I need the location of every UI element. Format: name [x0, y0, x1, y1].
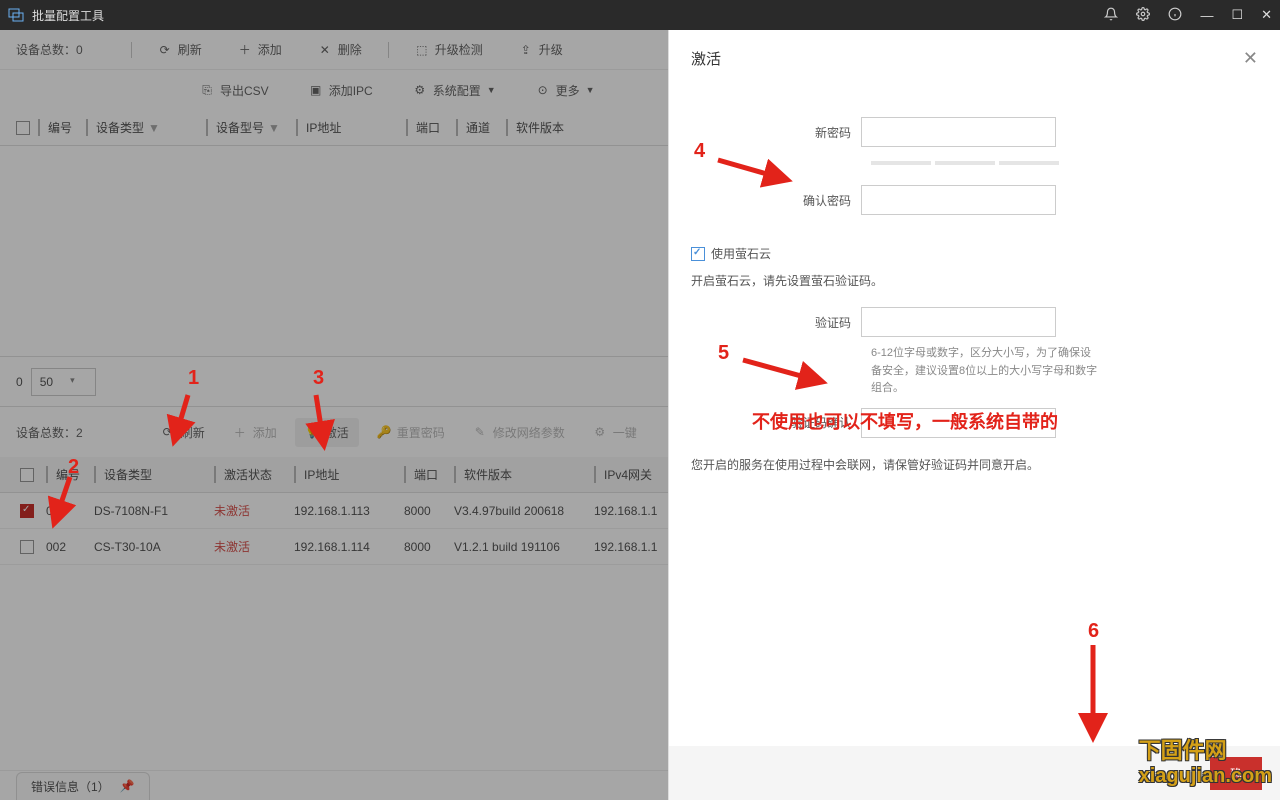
bottom-add-button[interactable]: ＋添加 — [223, 418, 287, 447]
upgrade-button[interactable]: ⇪升级 — [519, 41, 563, 58]
info-icon[interactable] — [1168, 7, 1182, 24]
cell-ip: 192.168.1.113 — [294, 504, 404, 518]
new-password-label: 新密码 — [691, 124, 861, 141]
cloud-hint: 开启萤石云，请先设置萤石验证码。 — [691, 272, 1258, 289]
upgrade-check-button[interactable]: ⬚升级检测 — [415, 41, 483, 58]
activation-panel: 激活 ✕ 新密码 确认密码 使用萤石云 开启萤石云，请先设置萤石验证码。 验证码… — [668, 30, 1280, 800]
cloud-notice: 您开启的服务在使用过程中会联网，请保管好验证码并同意开启。 — [691, 456, 1258, 473]
pin-icon: 📌 — [120, 779, 135, 793]
verify-code-help: 6-12位字母或数字，区分大小写，为了确保设备安全，建议设置8位以上的大小写字母… — [871, 345, 1101, 398]
gear-icon: ⚙ — [413, 83, 427, 97]
col-id[interactable]: 编号 — [46, 466, 94, 483]
panel-title: 激活 — [691, 48, 721, 69]
cell-gateway: 192.168.1.1 — [594, 504, 674, 518]
select-all-checkbox[interactable] — [16, 121, 30, 135]
refresh-icon: ⟳ — [158, 43, 172, 57]
confirm-password-input[interactable] — [861, 185, 1056, 215]
filter-icon[interactable]: ▼ — [268, 121, 284, 135]
key-icon: 🔑 — [377, 425, 391, 439]
app-icon — [8, 7, 24, 23]
row-checkbox[interactable] — [20, 540, 34, 554]
bottom-refresh-button[interactable]: ⟳刷新 — [151, 418, 215, 447]
add-ipc-button[interactable]: ▣添加IPC — [309, 82, 373, 99]
col-type[interactable]: 设备类型 — [94, 466, 214, 483]
page-size-select[interactable]: 50 ▾ — [31, 368, 96, 396]
col-port[interactable]: 端口 — [406, 119, 456, 136]
refresh-button[interactable]: ⟳刷新 — [158, 41, 202, 58]
col-type[interactable]: 设备类型▼ — [86, 119, 206, 136]
col-ip[interactable]: IP地址 — [296, 119, 406, 136]
col-gateway[interactable]: IPv4网关 — [594, 466, 674, 483]
close-icon[interactable]: ✕ — [1243, 48, 1258, 69]
export-csv-button[interactable]: ⎘导出CSV — [200, 82, 269, 99]
cell-type: CS-T30-10A — [94, 540, 214, 554]
plus-icon: ＋ — [233, 424, 247, 441]
watermark: 下固件网 xiagujian.com — [1139, 733, 1272, 788]
maximize-button[interactable]: ☐ — [1231, 7, 1243, 23]
col-id[interactable]: 编号 — [38, 119, 86, 136]
use-cloud-checkbox[interactable] — [691, 247, 705, 261]
delete-icon: ✕ — [318, 43, 332, 57]
verify-code-label: 验证码 — [691, 314, 861, 331]
cell-port: 8000 — [404, 540, 454, 554]
error-info-tab[interactable]: 错误信息（1） 📌 — [16, 772, 150, 800]
plus-icon: ＋ — [238, 41, 252, 58]
cell-type: DS-7108N-F1 — [94, 504, 214, 518]
settings-icon[interactable] — [1136, 7, 1150, 24]
top-device-count: 设备总数：0 — [16, 41, 83, 58]
reset-password-button[interactable]: 🔑重置密码 — [367, 418, 455, 447]
verify-confirm-label: 验证码确认 — [691, 414, 861, 431]
bottom-device-count: 设备总数：2 — [16, 424, 83, 441]
password-strength — [871, 161, 1258, 165]
titlebar: 批量配置工具 — ☐ ✕ — [0, 0, 1280, 30]
select-all-checkbox[interactable] — [20, 468, 34, 482]
one-key-button[interactable]: ⚙一键 — [583, 418, 647, 447]
close-button[interactable]: ✕ — [1261, 7, 1272, 23]
refresh-icon: ⟳ — [161, 425, 175, 439]
gear-icon: ⚙ — [593, 425, 607, 439]
edit-network-button[interactable]: ✎修改网络参数 — [463, 418, 575, 447]
confirm-password-label: 确认密码 — [691, 192, 861, 209]
col-port[interactable]: 端口 — [404, 466, 454, 483]
add-button[interactable]: ＋添加 — [238, 41, 282, 58]
activate-button[interactable]: 💡激活 — [295, 418, 359, 447]
delete-button[interactable]: ✕删除 — [318, 41, 362, 58]
col-channel[interactable]: 通道 — [456, 119, 506, 136]
notification-icon[interactable] — [1104, 7, 1118, 24]
export-icon: ⎘ — [200, 83, 214, 98]
filter-icon[interactable]: ▼ — [148, 121, 164, 135]
system-config-button[interactable]: ⚙系统配置▼ — [413, 82, 496, 99]
col-model[interactable]: 设备型号▼ — [206, 119, 296, 136]
upgrade-icon: ⇪ — [519, 43, 533, 57]
more-button[interactable]: ⊙更多▼ — [536, 82, 595, 99]
cell-software: V3.4.97build 200618 — [454, 504, 594, 518]
cell-id: 001 — [46, 504, 94, 518]
ipc-icon: ▣ — [309, 83, 323, 97]
col-status[interactable]: 激活状态 — [214, 466, 294, 483]
app-title: 批量配置工具 — [32, 7, 104, 24]
cell-id: 002 — [46, 540, 94, 554]
cell-software: V1.2.1 build 191106 — [454, 540, 594, 554]
cell-status: 未激活 — [214, 538, 294, 555]
cell-ip: 192.168.1.114 — [294, 540, 404, 554]
cell-gateway: 192.168.1.1 — [594, 540, 674, 554]
page-number: 0 — [16, 375, 23, 389]
new-password-input[interactable] — [861, 117, 1056, 147]
minimize-button[interactable]: — — [1200, 8, 1213, 23]
edit-icon: ✎ — [473, 425, 487, 439]
col-ip[interactable]: IP地址 — [294, 466, 404, 483]
use-cloud-label: 使用萤石云 — [711, 245, 771, 262]
upgrade-check-icon: ⬚ — [415, 43, 429, 57]
verify-code-input[interactable] — [861, 307, 1056, 337]
cell-status: 未激活 — [214, 502, 294, 519]
cell-port: 8000 — [404, 504, 454, 518]
col-software[interactable]: 软件版本 — [506, 119, 646, 136]
row-checkbox[interactable] — [20, 504, 34, 518]
more-icon: ⊙ — [536, 83, 550, 97]
col-software[interactable]: 软件版本 — [454, 466, 594, 483]
bulb-icon: 💡 — [305, 425, 319, 439]
verify-confirm-input[interactable] — [861, 408, 1056, 438]
